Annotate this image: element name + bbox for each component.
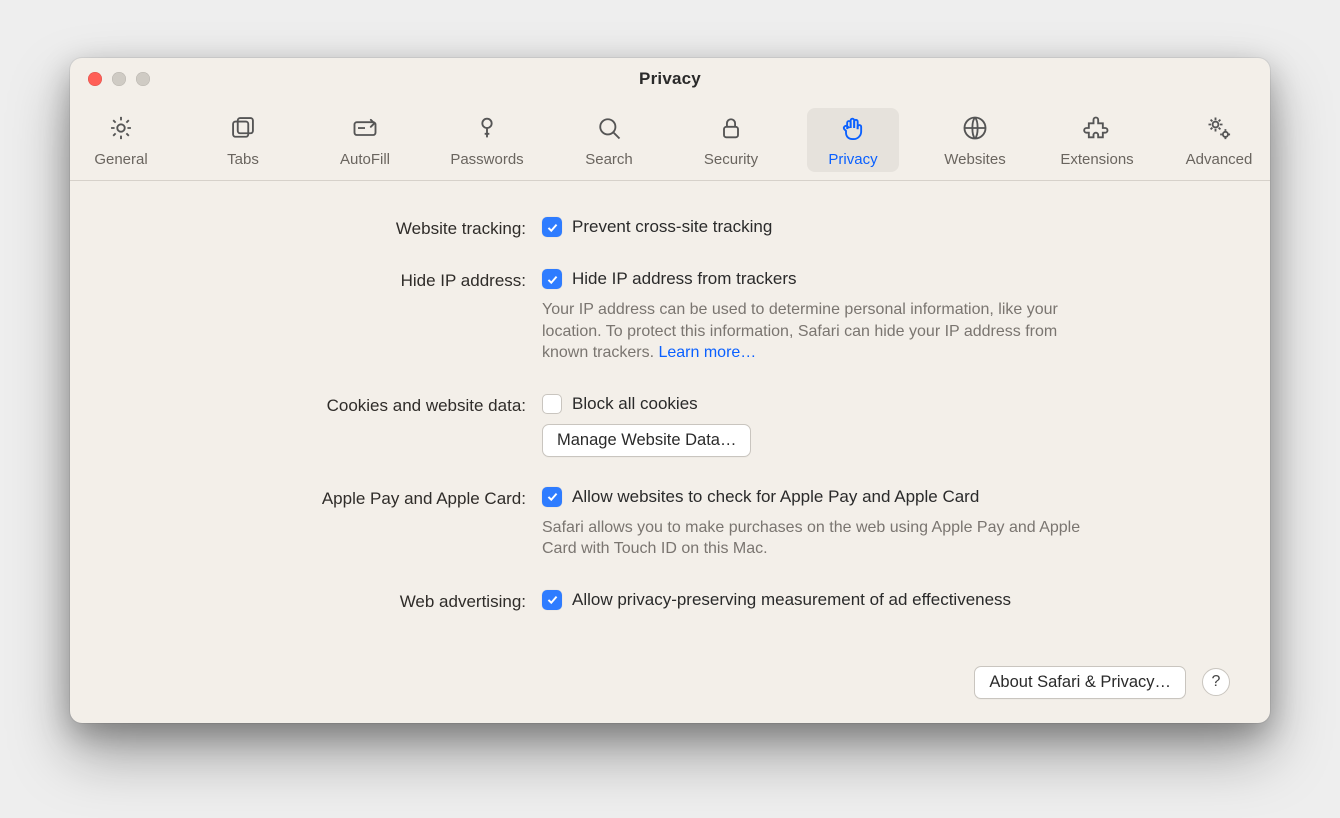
window-controls (88, 72, 150, 86)
privacy-footer: About Safari & Privacy… ? (70, 638, 1270, 723)
web-advertising-row: Web advertising: Allow privacy-preservin… (126, 590, 1214, 612)
ad-measurement-option[interactable]: Allow privacy-preserving measurement of … (542, 590, 1011, 610)
about-safari-privacy-button[interactable]: About Safari & Privacy… (974, 666, 1186, 699)
prevent-cross-site-tracking-text: Prevent cross-site tracking (572, 217, 772, 237)
ad-measurement-checkbox[interactable] (542, 590, 562, 610)
apple-pay-text: Allow websites to check for Apple Pay an… (572, 487, 979, 507)
hide-ip-option[interactable]: Hide IP address from trackers (542, 269, 797, 289)
gear-icon (107, 114, 135, 147)
ad-measurement-text: Allow privacy-preserving measurement of … (572, 590, 1011, 610)
toolbar-tab-general[interactable]: General (75, 108, 167, 172)
apple-pay-checkbox[interactable] (542, 487, 562, 507)
toolbar-tab-tabs[interactable]: Tabs (197, 108, 289, 172)
toolbar-tab-websites[interactable]: Websites (929, 108, 1021, 172)
apple-pay-label: Apple Pay and Apple Card: (126, 487, 526, 509)
close-window-button[interactable] (88, 72, 102, 86)
toolbar-tab-label: General (94, 151, 147, 168)
window-title: Privacy (639, 69, 701, 89)
toolbar-tab-search[interactable]: Search (563, 108, 655, 172)
privacy-pane: Website tracking: Prevent cross-site tra… (70, 181, 1270, 638)
lock-icon (717, 114, 745, 147)
cookies-row: Cookies and website data: Block all cook… (126, 394, 1214, 457)
hide-ip-row: Hide IP address: Hide IP address from tr… (126, 269, 1214, 364)
toolbar-tab-autofill[interactable]: AutoFill (319, 108, 411, 172)
website-tracking-row: Website tracking: Prevent cross-site tra… (126, 217, 1214, 239)
hide-ip-checkbox[interactable] (542, 269, 562, 289)
block-all-cookies-text: Block all cookies (572, 394, 698, 414)
website-tracking-label: Website tracking: (126, 217, 526, 239)
puzzle-icon (1083, 114, 1111, 147)
tabs-icon (229, 114, 257, 147)
toolbar-tab-advanced[interactable]: Advanced (1173, 108, 1265, 172)
apple-pay-option[interactable]: Allow websites to check for Apple Pay an… (542, 487, 979, 507)
toolbar-tab-privacy[interactable]: Privacy (807, 108, 899, 172)
toolbar-tab-label: Security (704, 151, 758, 168)
hide-ip-text: Hide IP address from trackers (572, 269, 797, 289)
prevent-cross-site-tracking-checkbox[interactable] (542, 217, 562, 237)
hide-ip-learn-more-link[interactable]: Learn more… (658, 344, 756, 361)
prevent-cross-site-tracking-option[interactable]: Prevent cross-site tracking (542, 217, 772, 237)
apple-pay-row: Apple Pay and Apple Card: Allow websites… (126, 487, 1214, 560)
toolbar-tab-label: Tabs (227, 151, 259, 168)
toolbar-tab-label: Websites (944, 151, 1005, 168)
magnifier-icon (595, 114, 623, 147)
toolbar-tab-label: Extensions (1060, 151, 1133, 168)
block-all-cookies-checkbox[interactable] (542, 394, 562, 414)
toolbar-tab-label: Passwords (450, 151, 523, 168)
toolbar-tab-label: Search (585, 151, 633, 168)
hide-ip-description: Your IP address can be used to determine… (542, 299, 1102, 364)
toolbar-tab-label: Privacy (828, 151, 877, 168)
preferences-window: Privacy General Tabs AutoFill Passwords Sear… (70, 58, 1270, 723)
minimize-window-button[interactable] (112, 72, 126, 86)
block-all-cookies-option[interactable]: Block all cookies (542, 394, 698, 414)
toolbar-tab-label: AutoFill (340, 151, 390, 168)
key-icon (473, 114, 501, 147)
help-button[interactable]: ? (1202, 668, 1230, 696)
hand-icon (839, 114, 867, 147)
toolbar-tab-extensions[interactable]: Extensions (1051, 108, 1143, 172)
toolbar-tab-passwords[interactable]: Passwords (441, 108, 533, 172)
apple-pay-description: Safari allows you to make purchases on t… (542, 517, 1102, 560)
gears-icon (1205, 114, 1233, 147)
toolbar-tab-label: Advanced (1186, 151, 1253, 168)
preferences-toolbar: General Tabs AutoFill Passwords Search Securi… (70, 100, 1270, 181)
globe-icon (961, 114, 989, 147)
autofill-icon (351, 114, 379, 147)
maximize-window-button[interactable] (136, 72, 150, 86)
toolbar-tab-security[interactable]: Security (685, 108, 777, 172)
titlebar: Privacy (70, 58, 1270, 100)
manage-website-data-button[interactable]: Manage Website Data… (542, 424, 751, 457)
web-advertising-label: Web advertising: (126, 590, 526, 612)
hide-ip-label: Hide IP address: (126, 269, 526, 291)
cookies-label: Cookies and website data: (126, 394, 526, 416)
